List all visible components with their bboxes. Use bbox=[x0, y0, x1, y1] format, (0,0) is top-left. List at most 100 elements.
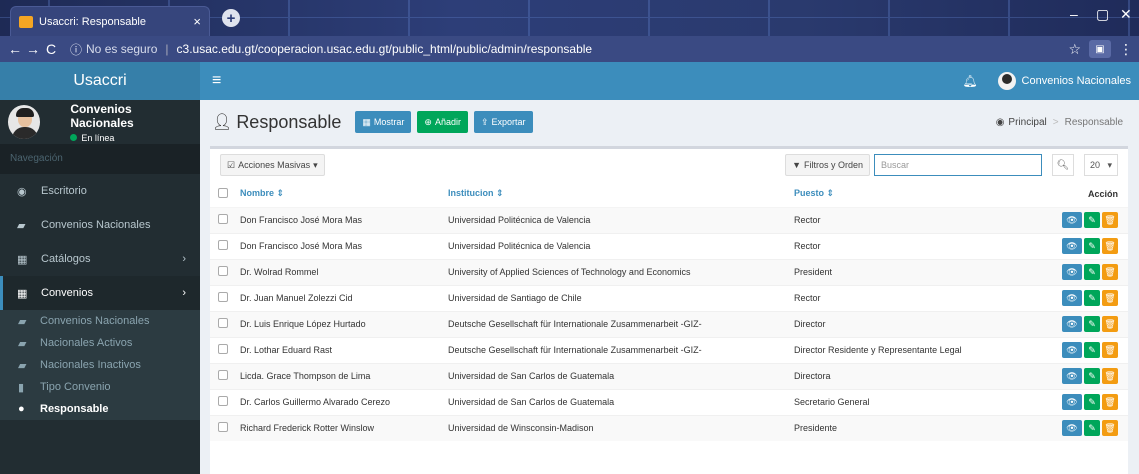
user-status: En línea bbox=[70, 133, 192, 143]
submenu-item-convenios-nacionales[interactable]: ▰ Convenios Nacionales bbox=[0, 310, 200, 332]
submenu-item-nacionales-activos[interactable]: ▰ Nacionales Activos bbox=[0, 332, 200, 354]
submenu-item-tipo-convenio[interactable]: ▮ Tipo Convenio bbox=[0, 376, 200, 398]
tab-close-icon[interactable]: × bbox=[193, 14, 201, 29]
filter-icon: ▼ bbox=[792, 160, 801, 170]
column-header-name[interactable]: Nombre ⇕ bbox=[234, 181, 442, 208]
view-icon[interactable]: 👁︎ bbox=[1062, 394, 1082, 410]
row-checkbox[interactable] bbox=[218, 266, 228, 276]
view-icon[interactable]: 👁︎ bbox=[1062, 342, 1082, 358]
maximize-icon[interactable]: ▢ bbox=[1096, 6, 1109, 23]
url-separator: | bbox=[165, 42, 169, 56]
row-checkbox[interactable] bbox=[218, 370, 228, 380]
edit-icon[interactable]: ✎ bbox=[1084, 290, 1100, 306]
star-icon[interactable]: ☆ bbox=[1068, 41, 1081, 58]
delete-icon[interactable]: 🗑︎ bbox=[1102, 212, 1118, 228]
bulk-actions-label: Acciones Masivas bbox=[238, 160, 311, 170]
column-header-institution[interactable]: Institucion ⇕ bbox=[442, 181, 788, 208]
add-button[interactable]: ⊕ Añadir bbox=[417, 111, 468, 133]
app-logo[interactable]: Usaccri bbox=[0, 62, 200, 100]
edit-icon[interactable]: ✎ bbox=[1084, 212, 1100, 228]
extension-icon[interactable]: ▣ bbox=[1089, 40, 1111, 58]
delete-icon[interactable]: 🗑︎ bbox=[1102, 420, 1118, 437]
table-row: Dr. Wolrad Rommel University of Applied S… bbox=[210, 259, 1128, 285]
filters-button[interactable]: ▼ Filtros y Orden bbox=[785, 154, 870, 176]
cell-name: Dr. Luis Enrique López Hurtado bbox=[240, 319, 366, 329]
column-header-position[interactable]: Puesto ⇕ bbox=[788, 181, 1024, 208]
delete-icon[interactable]: 🗑︎ bbox=[1102, 238, 1118, 254]
show-button[interactable]: ▦ Mostrar bbox=[355, 111, 412, 133]
edit-icon[interactable]: ✎ bbox=[1084, 368, 1100, 384]
table-row: Dr. Carlos Guillermo Alvarado Cerezo Univ… bbox=[210, 389, 1128, 415]
breadcrumb-current: Responsable bbox=[1064, 116, 1123, 128]
edit-icon[interactable]: ✎ bbox=[1084, 316, 1100, 332]
avatar bbox=[997, 72, 1016, 90]
edit-icon[interactable]: ✎ bbox=[1084, 420, 1100, 437]
menu-icon[interactable]: ⋮ bbox=[1117, 41, 1135, 58]
info-icon[interactable]: ⓘ bbox=[70, 41, 82, 58]
view-icon[interactable]: 👁︎ bbox=[1062, 290, 1082, 306]
row-checkbox[interactable] bbox=[218, 318, 228, 328]
forward-icon[interactable]: → bbox=[24, 41, 42, 57]
bulk-actions-button[interactable]: ☑ Acciones Masivas ▾ bbox=[220, 154, 325, 176]
url-field[interactable]: ⓘ No es seguro | c3.usac.edu.gt/cooperac… bbox=[70, 39, 1068, 59]
select-all-checkbox[interactable] bbox=[218, 187, 228, 198]
user-menu[interactable]: Convenios Nacionales bbox=[997, 72, 1131, 90]
view-icon[interactable]: 👁︎ bbox=[1062, 420, 1082, 437]
book-icon: ▰ bbox=[18, 359, 27, 372]
minimize-icon[interactable]: – bbox=[1070, 6, 1078, 22]
row-actions: 👁︎ ✎ 🗑︎ bbox=[1024, 259, 1128, 285]
user-panel: Convenios Nacionales En línea bbox=[0, 100, 200, 144]
view-icon[interactable]: 👁︎ bbox=[1062, 368, 1082, 384]
view-icon[interactable]: 👁︎ bbox=[1062, 264, 1082, 280]
row-checkbox[interactable] bbox=[218, 396, 228, 406]
row-checkbox[interactable] bbox=[218, 292, 228, 302]
page-size-select[interactable]: 20 ▾ bbox=[1084, 154, 1118, 176]
submenu-item-label: Nacionales Activos bbox=[40, 337, 133, 349]
row-actions: 👁︎ ✎ 🗑︎ bbox=[1024, 337, 1128, 363]
book-icon: ▰ bbox=[18, 337, 27, 350]
view-icon[interactable]: 👁︎ bbox=[1062, 238, 1082, 254]
row-checkbox[interactable] bbox=[218, 344, 228, 354]
submenu-item-responsable[interactable]: ● Responsable bbox=[0, 398, 200, 420]
sidebar-toggle-icon[interactable]: ≡ bbox=[212, 72, 221, 90]
delete-icon[interactable]: 🗑︎ bbox=[1102, 290, 1118, 306]
edit-icon[interactable]: ✎ bbox=[1084, 342, 1100, 358]
row-checkbox[interactable] bbox=[218, 240, 228, 250]
sidebar-item-convenios-nacionales[interactable]: ▰ Convenios Nacionales bbox=[0, 208, 200, 242]
table-row: Dr. Lothar Eduard Rast Deutsche Gesellsch… bbox=[210, 337, 1128, 363]
table-toolbar: ☑ Acciones Masivas ▾ ▼ Filtros y Orden B… bbox=[210, 149, 1128, 181]
view-icon[interactable]: 👁︎ bbox=[1062, 212, 1082, 228]
page-title-text: Responsable bbox=[236, 111, 342, 132]
submenu-item-label: Nacionales Inactivos bbox=[40, 359, 141, 371]
submenu-item-nacionales-inactivos[interactable]: ▰ Nacionales Inactivos bbox=[0, 354, 200, 376]
new-tab-button[interactable]: + bbox=[222, 9, 240, 27]
row-checkbox[interactable] bbox=[218, 214, 228, 224]
delete-icon[interactable]: 🗑︎ bbox=[1102, 316, 1118, 332]
delete-icon[interactable]: 🗑︎ bbox=[1102, 394, 1118, 410]
sidebar-item-convenios[interactable]: ▦ Convenios › bbox=[0, 276, 200, 310]
delete-icon[interactable]: 🗑︎ bbox=[1102, 342, 1118, 358]
row-checkbox[interactable] bbox=[218, 422, 228, 433]
edit-icon[interactable]: ✎ bbox=[1084, 264, 1100, 280]
breadcrumb-home[interactable]: Principal bbox=[1008, 117, 1046, 128]
sidebar-item-catalogos[interactable]: ▦ Catálogos › bbox=[0, 242, 200, 276]
bell-icon[interactable]: 🔔︎ bbox=[962, 74, 977, 88]
delete-icon[interactable]: 🗑︎ bbox=[1102, 368, 1118, 384]
view-icon[interactable]: 👁︎ bbox=[1062, 316, 1082, 332]
table-row: Don Francisco José Mora Mas Universidad P… bbox=[210, 207, 1128, 233]
cell-position: President bbox=[794, 267, 833, 277]
edit-icon[interactable]: ✎ bbox=[1084, 238, 1100, 254]
delete-icon[interactable]: 🗑︎ bbox=[1102, 264, 1118, 280]
search-icon[interactable]: 🔍︎ bbox=[1052, 154, 1074, 176]
window-close-icon[interactable]: ✕ bbox=[1120, 6, 1132, 23]
header-user-name: Convenios Nacionales bbox=[1021, 75, 1131, 87]
reload-icon[interactable]: C bbox=[42, 41, 60, 57]
sidebar-item-escritorio[interactable]: ◉ Escritorio bbox=[0, 174, 200, 208]
cell-institution: Universidad Politécnica de Valencia bbox=[448, 241, 591, 251]
search-input[interactable]: Buscar bbox=[874, 154, 1042, 176]
edit-icon[interactable]: ✎ bbox=[1084, 394, 1100, 410]
export-button[interactable]: ⇪ Exportar bbox=[473, 111, 533, 133]
user-status-label: En línea bbox=[81, 132, 115, 143]
back-icon[interactable]: ← bbox=[6, 41, 24, 57]
browser-tab[interactable]: Usaccri: Responsable × bbox=[10, 6, 210, 36]
